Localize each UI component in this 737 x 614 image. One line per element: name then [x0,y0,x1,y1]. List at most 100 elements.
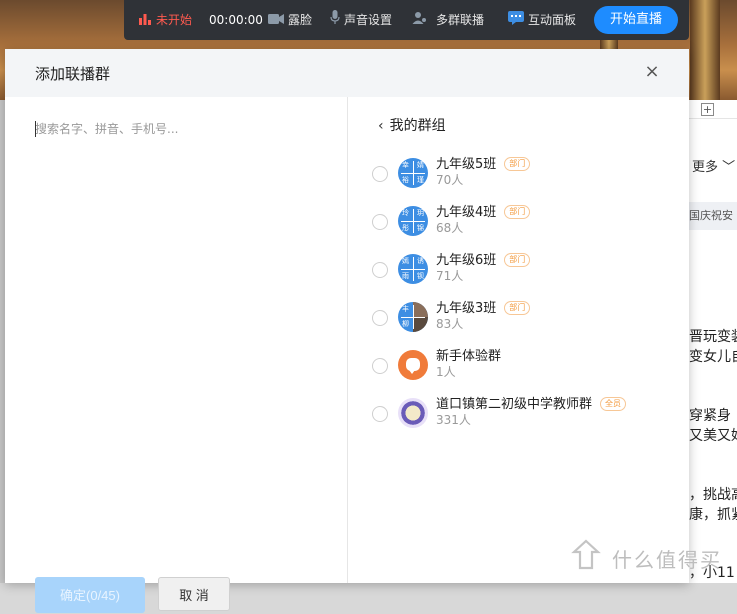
cancel-button[interactable]: 取 消 [158,577,230,611]
more-dropdown[interactable]: 更多 ﹀ [692,156,735,175]
group-avatar: 丰 柳 [398,302,428,332]
group-name: 九年级5班 [436,157,497,172]
group-name: 九年级6班 [436,253,497,268]
group-avatar: 玲 玥 彤 锦 [398,206,428,236]
group-radio[interactable] [372,262,388,278]
article-line: 晋玩变装 [689,329,737,345]
group-name-row: 九年级5班 部门 [436,153,531,172]
text-caret [35,121,36,137]
watermark-text: 什么值得买 [612,548,722,572]
background-right-panel: + 更多 ﹀ 国庆祝安 晋玩变装 变女儿自 穿紧身 又美又好 ，挑战高 康，抓紧… [689,100,737,583]
avatar-photo-tile [413,302,428,317]
confirm-button[interactable]: 确定(0/45) [35,577,145,613]
group-member-count: 83人 [436,317,464,331]
avatar-char: 柳 [402,320,409,328]
avatar-char: 玲 [402,209,409,217]
group-member-count: 70人 [436,173,464,187]
microphone-icon [330,1,340,41]
watermark: 什么值得买 [568,538,720,578]
back-to-my-groups[interactable]: ‹ 我的群组 [378,115,446,137]
camera-icon [268,1,284,41]
watermark-logo-icon [571,539,601,570]
group-badge: 部门 [504,205,531,219]
interactive-panel-button[interactable]: 互动面板 [508,0,576,40]
avatar-char: 裕 [402,176,409,184]
group-badge: 部门 [504,253,531,267]
avatar-char: 玥 [417,209,424,217]
group-avatar [398,350,428,380]
article-line: ，挑战高 [689,487,737,503]
avatar-char: 婧 [417,161,424,169]
group-name-row: 九年级3班 部门 [436,297,531,316]
close-icon[interactable]: × [641,61,663,83]
right-panel-toolbar: + [689,100,737,119]
group-item[interactable]: 幸 婧 裕 瑾 九年级5班 部门 70人 [372,155,672,195]
chat-bubble-icon [398,350,428,380]
live-status: 未开始 [138,0,192,40]
multi-group-button[interactable]: 多群联播 [412,0,484,40]
group-item[interactable]: 新手体验群 1人 [372,347,672,387]
group-name-row: 道口镇第二初级中学教师群 全员 [436,393,627,412]
camera-label: 露脸 [288,13,313,27]
group-name: 九年级4班 [436,205,497,220]
group-badge: 全员 [600,397,627,411]
article-line: 穿紧身 [689,408,731,424]
avatar-photo-tile [413,317,428,332]
article-line: 变女儿自 [689,349,737,365]
avatar-char: 锦 [417,224,424,232]
group-radio[interactable] [372,214,388,230]
chevron-left-icon: ‹ [378,118,384,134]
live-timer: 00:00:00 [209,13,263,27]
back-label: 我的群组 [389,118,446,134]
users-icon [412,1,428,41]
dialog-left-pane: 确定(0/45) 取 消 [5,97,348,613]
avatar-char: 钡 [417,272,424,280]
dialog-header: 添加联播群 × [5,49,689,97]
group-item[interactable]: 丰 柳 九年级3班 部门 83人 [372,299,672,339]
group-badge: 部门 [504,301,531,315]
search-input[interactable] [35,117,325,141]
group-radio[interactable] [372,310,388,326]
group-avatar: 幸 婧 裕 瑾 [398,158,428,188]
multi-group-label: 多群联播 [436,13,485,27]
avatar-char: 诱 [417,257,424,265]
school-emblem-icon [398,398,428,428]
avatar-char: 嫣 [402,257,409,265]
start-live-button[interactable]: 开始直播 [594,6,678,34]
avatar-char: 丰 [402,305,409,313]
camera-button[interactable]: 露脸 [268,0,312,40]
group-member-count: 331人 [436,413,471,427]
right-panel-tag: 国庆祝安 [689,202,737,230]
group-radio[interactable] [372,358,388,374]
signal-bars-icon [138,1,152,41]
group-name: 道口镇第二初级中学教师群 [436,397,593,412]
group-radio[interactable] [372,166,388,182]
group-name-row: 九年级4班 部门 [436,201,531,220]
group-member-count: 1人 [436,365,456,379]
add-broadcast-group-dialog: 添加联播群 × 确定(0/45) 取 消 ‹ 我的群组 幸 婧 裕 瑾 九年级5班… [5,49,689,613]
group-item[interactable]: 道口镇第二初级中学教师群 全员 331人 [372,395,672,435]
sound-settings-label: 声音设置 [344,13,393,27]
group-radio[interactable] [372,406,388,422]
live-status-text: 未开始 [156,13,193,27]
dialog-right-pane: ‹ 我的群组 幸 婧 裕 瑾 九年级5班 部门 70人 玲 玥 彤 锦 九年级4… [348,97,689,583]
background-pillar [690,0,720,100]
group-item[interactable]: 玲 玥 彤 锦 九年级4班 部门 68人 [372,203,672,243]
article-line: 康，抓紧 [689,507,737,523]
sound-settings-button[interactable]: 声音设置 [330,0,392,40]
avatar-char: 瑾 [417,176,424,184]
avatar-char: 雨 [402,272,409,280]
group-name-row: 九年级6班 部门 [436,249,531,268]
group-avatar [398,398,428,428]
avatar-char: 彤 [402,224,409,232]
group-name: 新手体验群 [436,349,502,364]
group-name: 九年级3班 [436,301,497,316]
avatar-char: 幸 [402,161,409,169]
article-line: 又美又好 [689,428,737,444]
group-item[interactable]: 嫣 诱 雨 钡 九年级6班 部门 71人 [372,251,672,291]
live-toolbar: 未开始 00:00:00 露脸 声音设置 多群联播 互动面板 开始直播 [124,0,689,40]
group-member-count: 71人 [436,269,464,283]
chat-icon [508,1,524,41]
group-member-count: 68人 [436,221,464,235]
add-icon[interactable]: + [701,103,714,116]
